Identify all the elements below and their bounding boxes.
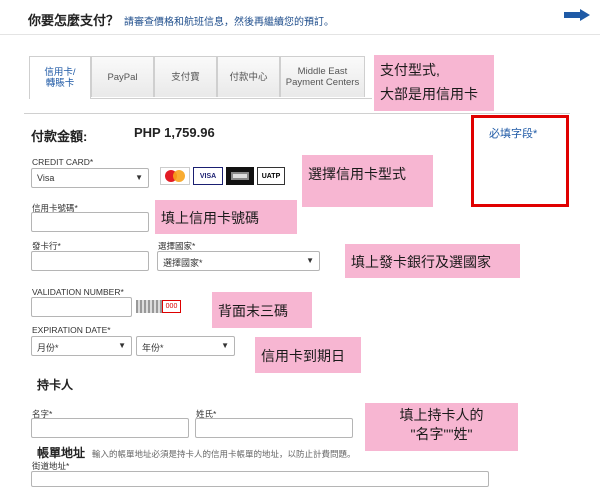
cvv-card-icon: 000: [136, 300, 181, 313]
year-select-value: 年份*: [142, 343, 164, 353]
expiration-label: EXPIRATION DATE*: [32, 325, 111, 335]
note-holder-name-line2: "名字""姓": [410, 426, 473, 442]
country-select[interactable]: 選擇國家* ▼: [157, 251, 320, 271]
note-choose-card-text: 選擇信用卡型式: [308, 166, 406, 182]
mastercard-icon: [165, 170, 185, 182]
tabs-bottom-rule: [24, 113, 570, 114]
cvv-sample-code: 000: [162, 300, 181, 313]
credit-card-label: CREDIT CARD*: [32, 157, 94, 167]
mastercard-logo: [160, 167, 190, 185]
note-holder-name: 填上持卡人的 "名字""姓": [365, 403, 518, 451]
tab-credit-card-label: 信用卡/ 轉賬卡: [44, 67, 76, 89]
page-subtitle: 請審查價格和航班信息，然後再繼續您的預訂。: [124, 17, 334, 28]
tab-paypal-label: PayPal: [107, 71, 138, 83]
first-name-input[interactable]: [31, 418, 189, 438]
note-payment-type: 支付型式, 大部是用信用卡: [374, 55, 494, 111]
chevron-down-icon: ▼: [221, 341, 229, 350]
validation-label: VALIDATION NUMBER*: [32, 287, 124, 297]
tab-credit-card[interactable]: 信用卡/ 轉賬卡: [29, 56, 91, 99]
uatp-logo: UATP: [257, 167, 285, 185]
billing-note: 輸入的帳單地址必須是持卡人的信用卡帳單的地址，以防止計費問題。: [92, 449, 356, 459]
month-select-value: 月份*: [37, 343, 59, 353]
expiration-year-select[interactable]: 年份* ▼: [136, 336, 235, 356]
validation-input[interactable]: [31, 297, 132, 317]
card-number-input[interactable]: [31, 212, 149, 232]
tab-middle-east-label: Middle East Payment Centers: [285, 66, 360, 88]
credit-card-select[interactable]: Visa ▼: [31, 168, 149, 188]
visa-logo-text: VISA: [199, 172, 217, 180]
required-highlight-box: [471, 115, 569, 207]
expiration-month-select[interactable]: 月份* ▼: [31, 336, 132, 356]
note-bank-country-text: 填上發卡銀行及選國家: [351, 254, 491, 270]
billing-heading: 帳單地址: [37, 446, 86, 460]
credit-card-select-value: Visa: [37, 173, 55, 183]
note-payment-type-line1: 支付型式,: [380, 62, 440, 78]
tab-alipay[interactable]: 支付寶: [154, 56, 217, 97]
street-input[interactable]: [31, 471, 489, 487]
tab-payment-center-label: 付款中心: [229, 71, 268, 83]
chevron-down-icon: ▼: [135, 173, 143, 182]
page-question: 你要怎麼支付？: [28, 13, 120, 28]
tab-paypal[interactable]: PayPal: [91, 56, 154, 97]
chevron-down-icon: ▼: [118, 341, 126, 350]
tab-payment-center[interactable]: 付款中心: [217, 56, 280, 97]
note-holder-name-line1: 填上持卡人的: [399, 407, 484, 423]
cardholder-heading: 持卡人: [37, 378, 74, 392]
note-choose-card: 選擇信用卡型式: [302, 155, 433, 207]
note-back-digits-text: 背面末三碼: [218, 303, 288, 319]
tab-alipay-label: 支付寶: [171, 71, 200, 83]
next-arrow-icon[interactable]: [564, 9, 590, 21]
header-divider: [0, 34, 600, 35]
note-payment-type-line2: 大部是用信用卡: [380, 86, 478, 102]
amex-logo: [226, 167, 254, 185]
note-expiry-text: 信用卡到期日: [261, 348, 345, 364]
note-bank-country: 填上發卡銀行及選國家: [345, 244, 520, 278]
visa-logo: VISA: [193, 167, 223, 185]
last-name-input[interactable]: [195, 418, 353, 438]
issuer-input[interactable]: [31, 251, 149, 271]
note-card-number-text: 填上信用卡號碼: [161, 210, 259, 226]
uatp-logo-text: UATP: [261, 172, 281, 180]
note-back-digits: 背面末三碼: [212, 292, 312, 328]
amex-icon: [231, 172, 249, 180]
tab-middle-east[interactable]: Middle East Payment Centers: [280, 56, 365, 97]
country-select-value: 選擇國家*: [163, 258, 203, 268]
amount-label: 付款金額:: [31, 129, 88, 144]
chevron-down-icon: ▼: [306, 256, 314, 265]
note-card-number: 填上信用卡號碼: [155, 200, 297, 234]
payment-tabs: 信用卡/ 轉賬卡 PayPal 支付寶 付款中心 Middle East Pay…: [29, 56, 372, 99]
note-expiry: 信用卡到期日: [255, 337, 361, 373]
amount-value: PHP 1,759.96: [134, 125, 215, 140]
